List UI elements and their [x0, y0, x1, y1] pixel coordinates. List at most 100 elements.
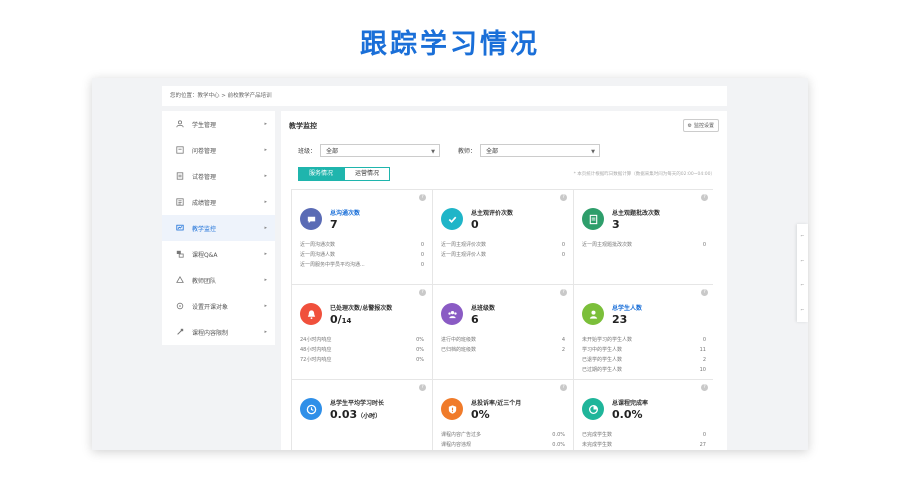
- detail-value: 27: [699, 442, 706, 448]
- detail-value: 0: [420, 242, 424, 248]
- metric-value-line: 0.03（小时）: [330, 408, 384, 421]
- detail-label: 近一周沟通人数: [300, 252, 336, 258]
- detail-value: 10: [699, 367, 706, 373]
- metric-name: 总学生平均学习时长: [330, 399, 385, 407]
- metric-name: 总主观题批改次数: [612, 209, 661, 217]
- detail-value: 0: [561, 252, 565, 258]
- toolbar-mark-icon: ⌐: [800, 282, 805, 289]
- stat-card: ? 总班级数 6 进行中的班级数 4 已归档的班级数 2: [433, 285, 573, 379]
- toolbar-mark-icon: ⌐: [800, 233, 805, 240]
- sidebar-item[interactable]: 课程内容限制 ▸: [162, 319, 275, 345]
- tab-operation[interactable]: 运营情况: [344, 167, 391, 181]
- sidebar-item[interactable]: 成绩管理 ▸: [162, 189, 275, 215]
- detail-label: 未完成学生数: [582, 442, 613, 448]
- help-icon[interactable]: ?: [419, 289, 426, 296]
- chevron-right-icon: ▸: [264, 173, 267, 179]
- chevron-right-icon: ▸: [264, 225, 267, 231]
- class-filter: 班级： 全部 ▼: [298, 144, 441, 157]
- sidebar-item-label: 教学监控: [192, 225, 217, 233]
- metric-name: 总主观评价次数: [471, 209, 514, 217]
- metric-detail-list: 近一周主观题批改次数 0: [582, 240, 706, 250]
- sidebar-item[interactable]: 问卷管理 ▸: [162, 137, 275, 163]
- metric-detail-row: 未开始学习的学生人数 0: [582, 335, 706, 345]
- metric-name: 总投诉率/近三个月: [471, 399, 522, 407]
- metric-value-line: 7: [330, 218, 360, 231]
- metric-name: 总课程完成率: [612, 399, 649, 407]
- monitor-settings-label: 监控设置: [693, 123, 714, 129]
- sidebar-item[interactable]: 教学监控 ▸: [162, 215, 275, 241]
- teacher-select-value: 全部: [486, 148, 499, 155]
- chevron-right-icon: ▸: [264, 199, 267, 205]
- metric-detail-list: 进行中的班级数 4 已归档的班级数 2: [441, 335, 565, 355]
- section-heading: 教学监控: [289, 122, 317, 130]
- app-window: 您的位置：教学中心 > 前校教学产品培训 学生管理 ▸ 问卷管理 ▸ 试卷管理 ▸ 成绩管理…: [92, 78, 808, 450]
- help-icon[interactable]: ?: [560, 289, 567, 296]
- detail-label: 课程内容广告过多: [441, 432, 482, 438]
- metric-value-line: 23: [612, 313, 642, 326]
- help-icon[interactable]: ?: [560, 384, 567, 391]
- metric-value: 23: [612, 312, 628, 326]
- metric-value: 7: [330, 217, 338, 231]
- detail-label: 已完成学生数: [582, 432, 613, 438]
- stat-card: ? 总主观评价次数 0 近一周主观评价次数 0 近一周主观评价人数 0: [433, 190, 573, 284]
- detail-value: 0: [420, 252, 424, 258]
- metric-detail-row: 近一周主观评价人数 0: [441, 250, 565, 260]
- metric-detail-list: 近一周主观评价次数 0 近一周主观评价人数 0: [441, 240, 565, 260]
- sidebar-item-label: 试卷管理: [192, 173, 217, 181]
- toolbar-mark-icon: ⌐: [800, 306, 805, 313]
- check-icon: [441, 208, 463, 230]
- metric-name: 已处理次数/总警报次数: [330, 304, 393, 312]
- help-icon[interactable]: ?: [419, 194, 426, 201]
- detail-label: 已退学的学生人数: [582, 357, 623, 363]
- detail-value: 11: [699, 347, 706, 353]
- metric-value: 6: [471, 312, 479, 326]
- metric-detail-list: 近一周沟通次数 0 近一周沟通人数 0 近一周服务中学员平均沟通... 0: [300, 240, 424, 270]
- help-icon[interactable]: ?: [701, 194, 708, 201]
- restrict-icon: [176, 328, 184, 336]
- chevron-right-icon: ▸: [264, 147, 267, 153]
- stat-card: ? 总投诉率/近三个月 0% 课程内容广告过多 0.0% 课程内容违规 0.0%: [433, 380, 573, 450]
- detail-label: 24小时内响应: [300, 337, 332, 343]
- metric-detail-row: 近一周主观评价次数 0: [441, 240, 565, 250]
- sidebar-item-label: 问卷管理: [192, 147, 217, 155]
- monitor-settings-button[interactable]: ⚙ 监控设置: [682, 119, 719, 132]
- sidebar-item[interactable]: 课程Q&A ▸: [162, 241, 275, 267]
- detail-label: 学习中的学生人数: [582, 347, 623, 353]
- detail-value: 0.0%: [552, 432, 565, 438]
- sidebar-item[interactable]: 设置开课对象 ▸: [162, 293, 275, 319]
- chevron-right-icon: ▸: [264, 251, 267, 257]
- metric-value-line: 6: [471, 313, 495, 326]
- teacher-select[interactable]: 全部 ▼: [480, 144, 601, 157]
- metric-value-line: 3: [612, 218, 660, 231]
- qa-icon: [176, 250, 184, 258]
- metric-name[interactable]: 总沟通次数: [330, 208, 360, 217]
- detail-value: 0%: [416, 337, 424, 343]
- detail-value: 0%: [416, 347, 424, 353]
- metric-detail-row: 近一周服务中学员平均沟通... 0: [300, 260, 424, 270]
- teacher-filter-label: 教师：: [458, 148, 477, 155]
- help-icon[interactable]: ?: [701, 384, 708, 391]
- side-toolbar[interactable]: ⌐ ⌐ ⌐ ⌐: [797, 224, 808, 322]
- person-icon: [582, 303, 604, 325]
- metric-value: 0: [471, 217, 479, 231]
- metric-value: 0%: [471, 407, 490, 421]
- help-icon[interactable]: ?: [701, 289, 708, 296]
- sidebar-item[interactable]: 学生管理 ▸: [162, 111, 275, 137]
- sidebar-item[interactable]: 教师团队 ▸: [162, 267, 275, 293]
- metric-denominator: 14: [341, 316, 352, 325]
- metric-detail-list: 课程内容广告过多 0.0% 课程内容违规 0.0%: [441, 430, 565, 450]
- class-select[interactable]: 全部 ▼: [320, 144, 441, 157]
- clock-icon: [300, 398, 322, 420]
- sidebar-item[interactable]: 试卷管理 ▸: [162, 163, 275, 189]
- group-icon: [441, 303, 463, 325]
- metric-name[interactable]: 总学生人数: [612, 303, 642, 312]
- grade-icon: [176, 198, 184, 206]
- tab-service[interactable]: 服务情况: [298, 167, 345, 181]
- tab-bar: 服务情况 运营情况: [298, 167, 391, 181]
- help-icon[interactable]: ?: [419, 384, 426, 391]
- help-icon[interactable]: ?: [560, 194, 567, 201]
- metric-value: 0/: [330, 312, 342, 326]
- main-panel: 教学监控 ⚙ 监控设置 班级： 全部 ▼ 教师： 全部 ▼ 服务情况 运营情况 …: [281, 111, 727, 450]
- chevron-right-icon: ▸: [264, 277, 267, 283]
- stat-card: ? 总课程完成率 0.0% 已完成学生数 0 未完成学生数 27: [574, 380, 714, 450]
